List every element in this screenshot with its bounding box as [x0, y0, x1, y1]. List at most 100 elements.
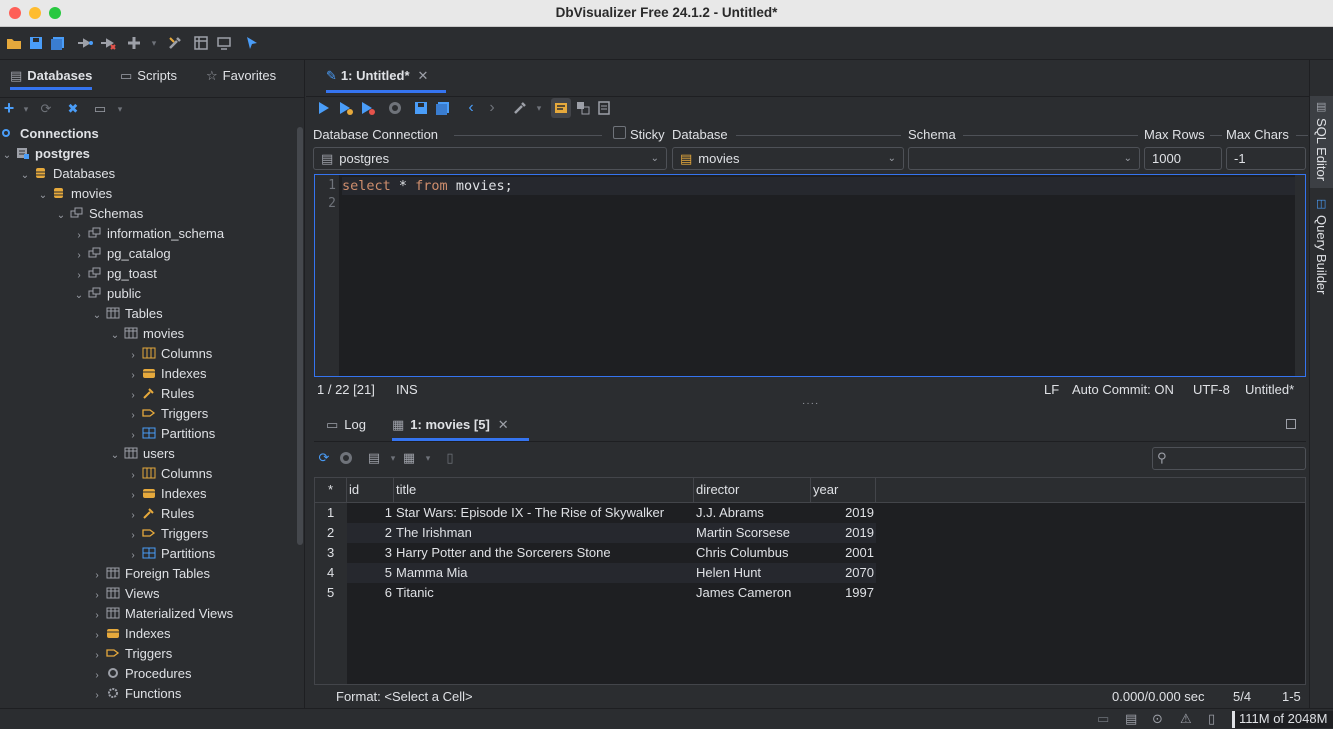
chevron-down-icon[interactable]: ▾ [111, 100, 129, 118]
open-folder-icon[interactable] [5, 34, 23, 52]
tree-node-connections[interactable]: Connections [0, 124, 99, 144]
back-icon[interactable]: ‹ [462, 99, 480, 117]
disconnect-icon[interactable] [99, 34, 117, 52]
chevron-right-icon[interactable]: › [91, 666, 103, 686]
close-tab-icon[interactable]: ✕ [498, 417, 509, 432]
auto-complete-icon[interactable] [551, 98, 571, 118]
refresh-icon[interactable]: ⟳ [315, 449, 333, 467]
chevron-right-icon[interactable]: › [127, 466, 139, 486]
cell-year[interactable]: 2070 [813, 563, 874, 583]
refresh-icon[interactable]: ⟳ [37, 100, 55, 118]
tree-node-users-table[interactable]: ⌄ users [109, 444, 175, 464]
warning-icon[interactable]: ⚠ [1180, 711, 1192, 727]
database-select[interactable]: ▤ movies ⌄ [672, 147, 904, 170]
chevron-right-icon[interactable]: › [127, 406, 139, 426]
cell-title[interactable]: Harry Potter and the Sorcerers Stone [396, 543, 692, 563]
sql-editor-side-tab[interactable]: SQL Editor [1314, 118, 1329, 181]
chevron-right-icon[interactable]: › [73, 226, 85, 246]
chevron-down-icon[interactable]: ⌄ [1, 146, 13, 166]
chevron-right-icon[interactable]: › [127, 346, 139, 366]
cell-title[interactable]: The Irishman [396, 523, 692, 543]
tree-node-movies-triggers[interactable]: › Triggers [127, 404, 208, 424]
cell-year[interactable]: 2019 [813, 523, 874, 543]
row-number[interactable]: 4 [327, 563, 334, 583]
tree-node-users-partitions[interactable]: › Partitions [127, 544, 215, 564]
cell-id[interactable]: 3 [347, 543, 392, 563]
cell-title[interactable]: Star Wars: Episode IX - The Rise of Skyw… [396, 503, 692, 523]
cell-id[interactable]: 2 [347, 523, 392, 543]
execute-current-icon[interactable] [337, 99, 355, 117]
save-icon[interactable] [27, 34, 45, 52]
chevron-down-icon[interactable]: ▾ [530, 99, 548, 117]
tree-node-movies-table[interactable]: ⌄ movies [109, 324, 184, 344]
splitter-handle[interactable]: ···· [802, 398, 819, 409]
tree-node-tables[interactable]: ⌄ Tables [91, 304, 163, 324]
chevron-right-icon[interactable]: › [91, 606, 103, 626]
chevron-right-icon[interactable]: › [127, 486, 139, 506]
chevron-down-icon[interactable]: ⌄ [19, 166, 31, 186]
execute-icon[interactable] [315, 99, 333, 117]
collapse-all-icon[interactable]: ✖ [64, 100, 82, 118]
add-connection-icon[interactable]: + [0, 98, 18, 118]
column-header-title[interactable]: title [394, 478, 694, 503]
save-icon[interactable] [412, 99, 430, 117]
auto-commit-status[interactable]: Auto Commit: ON [1072, 382, 1174, 397]
maximize-icon[interactable] [1286, 419, 1296, 429]
row-number[interactable]: 2 [327, 523, 334, 543]
tree-node-movies-partitions[interactable]: › Partitions [127, 424, 215, 444]
chevron-down-icon[interactable]: ⌄ [109, 326, 121, 346]
tools-icon[interactable] [511, 99, 529, 117]
chevron-right-icon[interactable]: › [127, 386, 139, 406]
row-number[interactable]: 1 [327, 503, 334, 523]
column-header-director[interactable]: director [694, 478, 811, 503]
cell-director[interactable]: James Cameron [696, 583, 809, 603]
format-icon[interactable] [574, 99, 592, 117]
tree-node-foreign-tables[interactable]: › Foreign Tables [91, 564, 210, 584]
sql-editor[interactable]: 1 2 select * from movies; [314, 174, 1306, 377]
tree-node-users-triggers[interactable]: › Triggers [127, 524, 208, 544]
close-tab-icon[interactable]: ✕ [418, 68, 429, 83]
chevron-down-icon[interactable]: ▾ [419, 449, 437, 467]
results-search-input[interactable]: ⚲ [1152, 447, 1306, 470]
tools-icon[interactable] [166, 34, 184, 52]
cell-director[interactable]: Helen Hunt [696, 563, 809, 583]
minimize-window-button[interactable] [29, 7, 41, 19]
save-as-icon[interactable] [434, 99, 452, 117]
grid-view-icon[interactable]: ▦ [400, 449, 418, 467]
cell-year[interactable]: 1997 [813, 583, 874, 603]
cell-id[interactable]: 6 [347, 583, 392, 603]
pin-icon[interactable]: ⊙ [1152, 711, 1163, 727]
tree-node-movies-rules[interactable]: › Rules [127, 384, 194, 404]
tree-node-indexes[interactable]: › Indexes [91, 624, 170, 646]
tree-node-pg-catalog[interactable]: › pg_catalog [73, 244, 170, 264]
tree-scrollbar[interactable] [297, 127, 303, 545]
layout-icon[interactable]: ▭ [1097, 711, 1109, 727]
tree-node-users-indexes[interactable]: › Indexes [127, 484, 206, 506]
query-builder-side-tab[interactable]: Query Builder [1314, 215, 1329, 294]
tree-node-databases[interactable]: ⌄ Databases [19, 164, 115, 184]
tab-log[interactable]: ▭ Log [326, 417, 366, 441]
cell-id[interactable]: 5 [347, 563, 392, 583]
tree-node-users-rules[interactable]: › Rules [127, 504, 194, 524]
window-icon[interactable]: ▭ [91, 100, 109, 118]
row-number[interactable]: 3 [327, 543, 334, 563]
cell-year[interactable]: 2019 [813, 503, 874, 523]
server-icon[interactable]: ▤ [1125, 711, 1137, 727]
tree-node-movies-db[interactable]: ⌄ movies [37, 184, 112, 204]
tab-scripts[interactable]: ▭ Scripts [120, 66, 177, 90]
tree-node-movies-columns[interactable]: › Columns [127, 344, 212, 364]
grid-corner[interactable]: * [315, 478, 347, 503]
tree-node-users-columns[interactable]: › Columns [127, 464, 212, 484]
tree-node-triggers[interactable]: › Triggers [91, 644, 172, 664]
close-window-button[interactable] [9, 7, 21, 19]
chevron-right-icon[interactable]: › [91, 626, 103, 646]
chevron-down-icon[interactable]: ⌄ [91, 306, 103, 326]
tree-node-movies-indexes[interactable]: › Indexes [127, 364, 206, 384]
chevron-down-icon[interactable]: ⌄ [37, 186, 49, 206]
execute-buffer-icon[interactable] [359, 99, 377, 117]
line-ending[interactable]: LF [1044, 382, 1059, 397]
cell-title[interactable]: Mamma Mia [396, 563, 692, 583]
row-number[interactable]: 5 [327, 583, 334, 603]
export-icon[interactable]: ▤ [365, 449, 383, 467]
connect-icon[interactable] [76, 34, 94, 52]
